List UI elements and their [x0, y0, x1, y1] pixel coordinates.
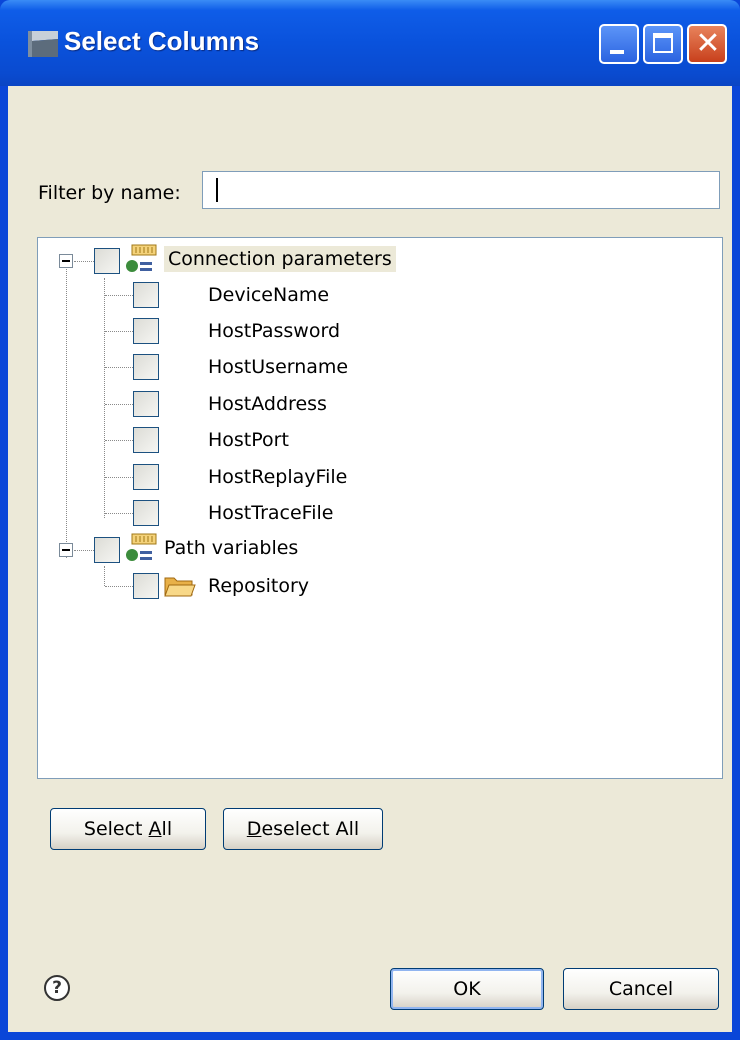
close-icon: ✕: [695, 26, 721, 61]
dialog-body: Filter by name: Connection parameters De…: [8, 86, 732, 1032]
tree-guide-line: [105, 404, 133, 405]
text-caret: [216, 178, 218, 202]
column-checkbox[interactable]: [133, 573, 159, 599]
column-label[interactable]: HostTraceFile: [208, 502, 333, 524]
column-checkbox[interactable]: [133, 427, 159, 453]
folder-icon: [164, 577, 196, 597]
cancel-button[interactable]: Cancel: [563, 968, 719, 1010]
column-tree[interactable]: Connection parameters DeviceName HostPas…: [37, 237, 723, 779]
tree-guide-line: [105, 367, 133, 368]
ok-button[interactable]: OK: [390, 968, 544, 1010]
column-label[interactable]: HostUsername: [208, 356, 348, 378]
column-label[interactable]: HostPassword: [208, 320, 340, 342]
column-checkbox[interactable]: [133, 318, 159, 344]
tree-guide-line: [105, 513, 133, 514]
deselect-all-mnemonic: D: [246, 818, 262, 840]
tree-guide-line: [105, 440, 133, 441]
tree-guide-line: [74, 550, 94, 551]
tree-guide-line: [104, 566, 105, 586]
group-checkbox-connection-parameters[interactable]: [94, 248, 120, 274]
filter-input[interactable]: [202, 171, 720, 209]
column-checkbox[interactable]: [133, 282, 159, 308]
tree-guide-line: [104, 278, 105, 518]
tree-guide-line: [105, 295, 133, 296]
select-all-mnemonic: A: [148, 818, 162, 840]
column-checkbox[interactable]: [133, 464, 159, 490]
title-bar[interactable]: Select Columns ✕: [0, 0, 740, 86]
help-icon[interactable]: ?: [44, 975, 70, 1001]
tree-guide-line: [105, 477, 133, 478]
select-all-button[interactable]: Select All: [50, 808, 206, 850]
window-icon: [28, 31, 58, 57]
minimize-icon: [610, 50, 624, 54]
collapse-icon[interactable]: [59, 543, 73, 557]
maximize-button[interactable]: [643, 24, 683, 64]
window-title: Select Columns: [64, 26, 260, 56]
collapse-icon[interactable]: [59, 254, 73, 268]
group-label-path-variables[interactable]: Path variables: [164, 537, 298, 559]
deselect-all-button[interactable]: Deselect All: [223, 808, 383, 850]
column-label[interactable]: DeviceName: [208, 284, 329, 306]
group-label-connection-parameters[interactable]: Connection parameters: [164, 246, 396, 272]
select-all-label: Select: [83, 818, 149, 840]
column-label[interactable]: HostReplayFile: [208, 466, 347, 488]
parameter-group-icon: [126, 533, 157, 561]
column-label[interactable]: HostAddress: [208, 393, 327, 415]
maximize-icon: [653, 33, 673, 53]
deselect-all-label-rest: eselect All: [261, 818, 360, 840]
column-checkbox[interactable]: [133, 500, 159, 526]
column-label[interactable]: HostPort: [208, 429, 289, 451]
tree-guide-line: [66, 264, 67, 558]
filter-label: Filter by name:: [38, 182, 181, 204]
column-checkbox[interactable]: [133, 391, 159, 417]
close-button[interactable]: ✕: [687, 24, 727, 64]
tree-guide-line: [74, 261, 94, 262]
column-label[interactable]: Repository: [208, 575, 309, 597]
dialog-window: Select Columns ✕ Filter by name: Connect…: [0, 0, 740, 1040]
column-checkbox[interactable]: [133, 354, 159, 380]
tree-guide-line: [105, 331, 133, 332]
tree-guide-line: [105, 586, 133, 587]
minimize-button[interactable]: [599, 24, 639, 64]
parameter-group-icon: [126, 244, 157, 272]
group-checkbox-path-variables[interactable]: [94, 537, 120, 563]
select-all-label-rest: ll: [161, 818, 173, 840]
